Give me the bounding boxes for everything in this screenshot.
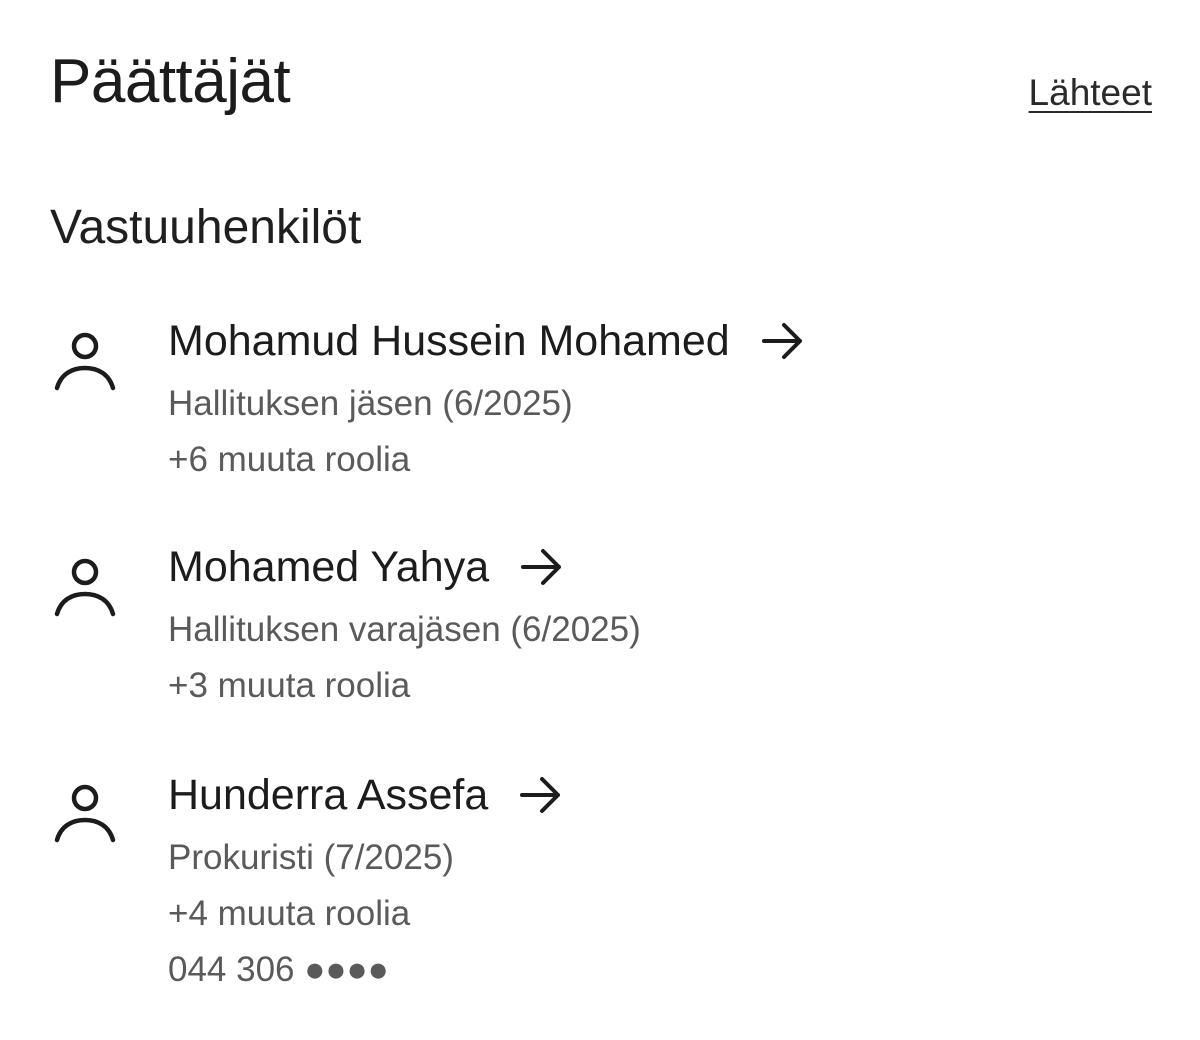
arrow-right-icon xyxy=(760,321,806,361)
person-icon xyxy=(52,332,118,392)
person-icon xyxy=(52,558,118,618)
person-role: Prokuristi (7/2025) xyxy=(168,838,454,877)
person-more-roles: +3 muuta roolia xyxy=(168,666,411,705)
person-name-link[interactable]: Mohamud Hussein Mohamed xyxy=(168,314,806,368)
person-name: Hunderra Assefa xyxy=(168,771,489,819)
person-more-roles: +6 muuta roolia xyxy=(168,440,411,479)
person-name: Mohamud Hussein Mohamed xyxy=(168,317,730,365)
person-item: Hunderra Assefa Prokuristi (7/2025) +4 m… xyxy=(0,768,1200,998)
sources-link[interactable]: Lähteet xyxy=(1029,70,1152,116)
section-title: Vastuuhenkilöt xyxy=(50,201,362,254)
page-title: Päättäjät xyxy=(50,47,291,116)
person-name-link[interactable]: Hunderra Assefa xyxy=(168,768,564,822)
person-role: Hallituksen jäsen (6/2025) xyxy=(168,384,573,423)
person-item: Mohamed Yahya Hallituksen varajäsen (6/2… xyxy=(0,540,1200,710)
arrow-right-icon xyxy=(518,775,564,815)
person-item: Mohamud Hussein Mohamed Hallituksen jäse… xyxy=(0,314,1200,484)
person-icon xyxy=(52,784,118,844)
person-name: Mohamed Yahya xyxy=(168,543,490,591)
person-role: Hallituksen varajäsen (6/2025) xyxy=(168,610,641,649)
person-phone[interactable]: 044 306 ●●●● xyxy=(168,948,389,992)
person-more-roles: +4 muuta roolia xyxy=(168,894,411,933)
arrow-right-icon xyxy=(519,547,565,587)
person-name-link[interactable]: Mohamed Yahya xyxy=(168,540,565,594)
